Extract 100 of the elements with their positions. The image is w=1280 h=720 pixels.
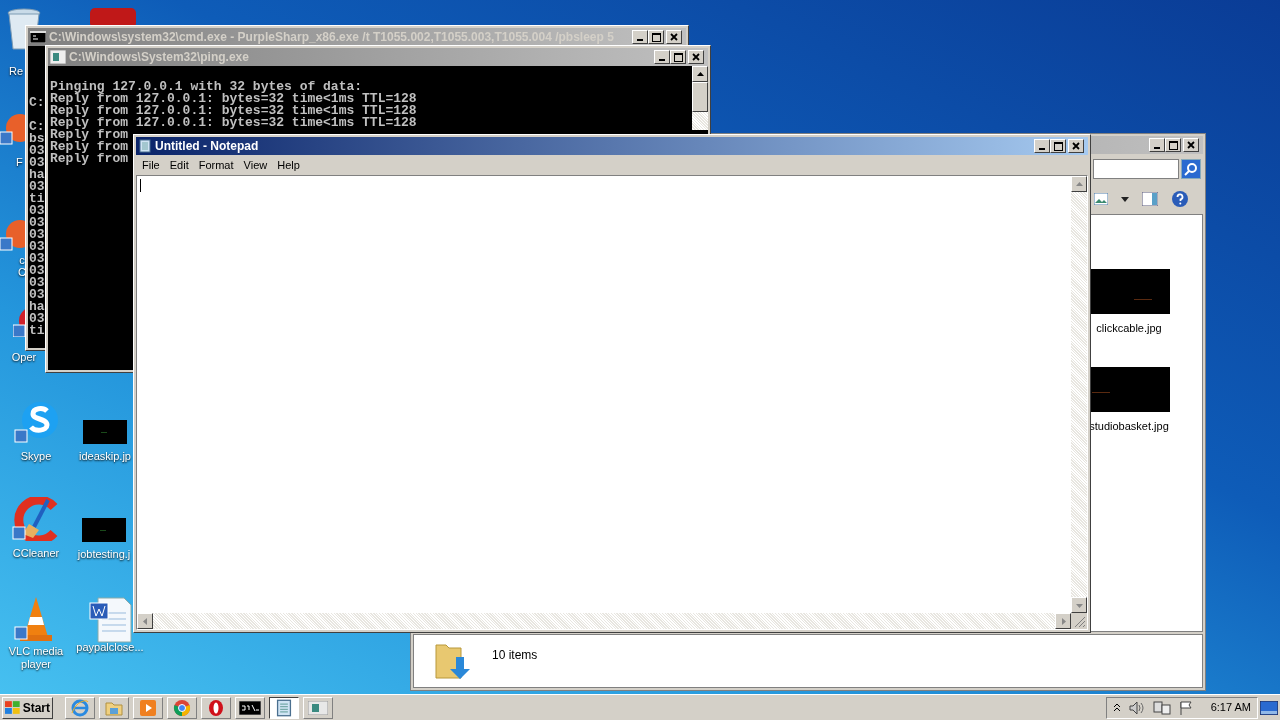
console-line: 03 [29,253,45,265]
window-title: C:\Windows\System32\ping.exe [69,49,249,66]
maximize-button[interactable] [1165,138,1181,152]
preview-pane-icon[interactable] [1142,192,1158,206]
help-icon[interactable] [1171,190,1189,208]
menu-item[interactable]: Help [273,156,304,174]
close-icon [670,33,678,41]
console-line: 03 [29,277,45,289]
console-line: 03 [29,145,45,157]
caret-icon[interactable] [1121,196,1129,202]
up-arrow-icon [1075,180,1083,188]
skype-icon [14,400,58,444]
console-line: 03 [29,217,45,229]
ccleaner-icon [12,497,60,541]
network-icon[interactable] [1152,700,1171,715]
close-icon [1072,142,1080,150]
maximize-button[interactable] [648,30,664,44]
desktop-icon-label[interactable]: Skype [6,450,66,463]
console-icon [239,700,261,715]
clock[interactable]: 6:17 AM [1210,699,1251,716]
item-count: 10 items [492,647,538,664]
console-line: Reply from 127.0.0.1: bytes=32 time<1ms TTL=128 [50,93,417,105]
text-cursor [140,179,141,192]
maximize-button[interactable] [1050,139,1066,153]
search-field[interactable] [1093,159,1179,179]
menu-item[interactable]: Edit [165,156,193,174]
vertical-scrollbar[interactable] [1071,176,1087,613]
taskbar-button[interactable] [269,696,299,719]
desktop-icon-label[interactable]: Oper [4,351,44,364]
console-line: Reply from 127.0.0.1: bytes=32 time<1ms TTL=128 [50,105,417,117]
console-line: 03 [29,289,45,301]
close-button[interactable] [1183,138,1199,152]
console-icon [30,31,46,43]
console-line: ha [29,301,45,313]
close-button[interactable] [666,30,682,44]
maximize-button[interactable] [670,50,686,64]
horizontal-scrollbar[interactable] [137,613,1071,629]
maximize-icon [673,52,683,62]
folder-icon [105,699,123,716]
console-line: 03 [29,265,45,277]
maximize-icon [651,32,661,42]
chrome-icon [173,698,191,717]
minimize-button[interactable] [1034,139,1050,153]
console-line: Pinging 127.0.0.1 with 32 bytes of data: [50,81,363,93]
menu-item[interactable]: Format [194,156,238,174]
menu-item[interactable]: View [239,156,272,174]
desktop-icon-label[interactable]: Re [9,65,24,77]
down-arrow-icon [1075,601,1083,609]
search-icon [1184,162,1198,176]
console-line: 03 [29,241,45,253]
windows-logo-icon [5,700,21,715]
opera-icon [207,698,225,717]
console-line: 03 [29,181,45,193]
window-title: Untitled - Notepad [155,138,259,155]
close-button[interactable] [688,50,704,64]
show-desktop-icon[interactable] [1260,700,1278,715]
file-name[interactable]: clickcable.jpg [1096,320,1162,337]
play-icon [139,698,157,717]
desktop-icon-label[interactable]: c C [18,254,26,278]
window-icon [308,700,328,715]
console-line: Reply from [50,141,128,153]
menu-item[interactable]: File [138,156,164,174]
console-line: C: [29,97,45,109]
speaker-icon[interactable] [1128,700,1145,715]
start-button[interactable]: Start [2,696,53,719]
picture-view-icon[interactable] [1094,193,1108,205]
internet-explorer-icon [71,698,89,717]
close-icon [1187,141,1195,149]
console-line: 03 [29,205,45,217]
console-line: Reply from [50,153,128,165]
search-button[interactable] [1181,159,1201,179]
desktop-icon-label[interactable]: jobtesting.j [74,548,134,561]
notepad-icon [138,139,152,153]
close-button[interactable] [1068,139,1084,153]
close-icon [692,53,700,61]
notepad-icon [275,698,293,717]
console-line: ti [29,325,45,337]
console-line: C: [29,121,45,133]
console-line: 03 [29,229,45,241]
desktop-icon-label[interactable]: F [16,156,23,168]
console-line: bs [29,133,45,145]
minimize-button[interactable] [654,50,670,64]
console-line: Reply from [50,129,128,141]
flag-icon[interactable] [1178,700,1193,715]
console-line: ti [29,193,45,205]
minimize-button[interactable] [632,30,648,44]
app-icon [90,8,136,28]
console-line: Reply from 127.0.0.1: bytes=32 time<1ms TTL=128 [50,117,417,129]
left-arrow-icon [141,617,149,625]
file-name[interactable]: studiobasket.jpg [1089,417,1169,434]
up-arrow-icon [696,70,704,78]
console-line: ha [29,169,45,181]
window-icon [50,50,66,64]
vertical-scrollbar[interactable] [692,66,708,130]
minimize-button[interactable] [1149,138,1165,152]
console-line: 03 [29,313,45,325]
console-line: 03 [29,157,45,169]
chevron-up-icon[interactable] [1112,702,1121,713]
maximize-icon [1053,141,1063,151]
desktop-icon-label[interactable]: ideaskip.jp [76,450,134,463]
